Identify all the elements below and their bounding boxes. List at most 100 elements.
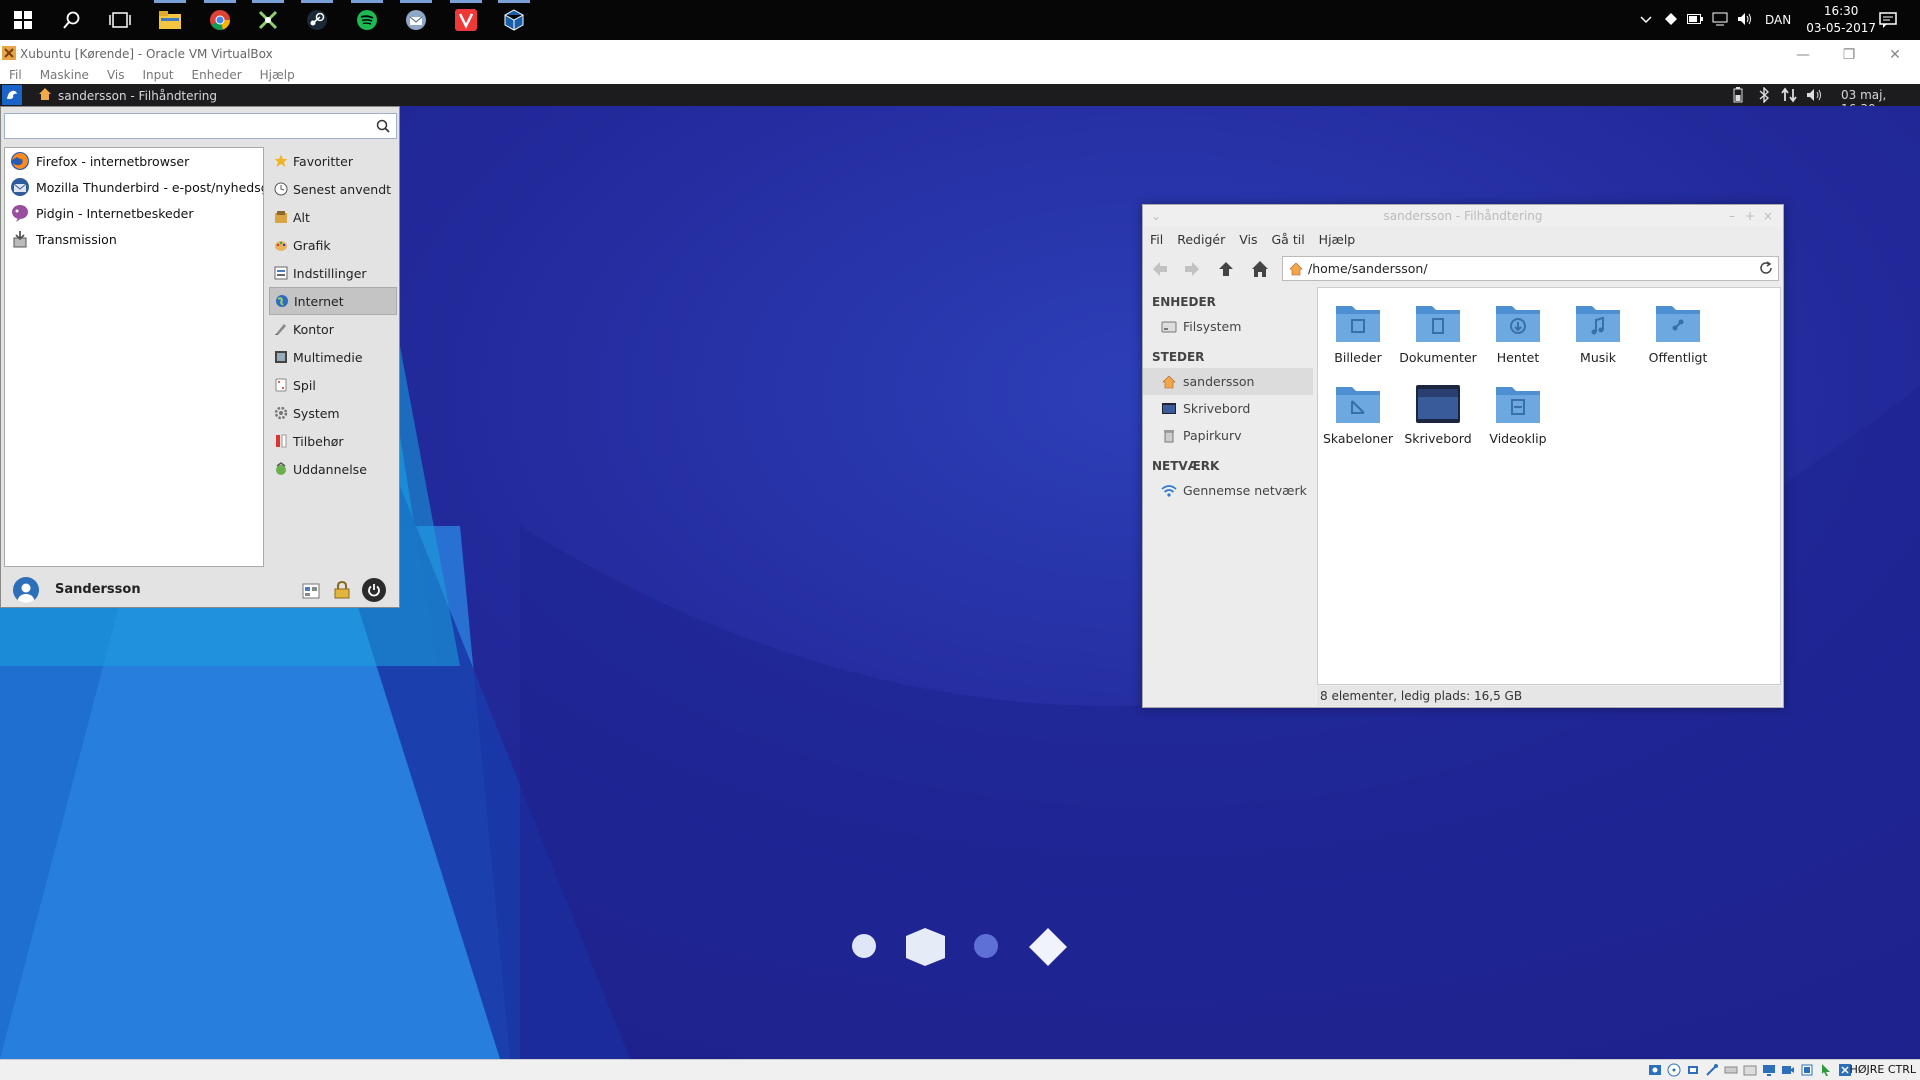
thunderbird-icon[interactable] [396, 0, 436, 35]
vbox-menu-item[interactable]: Input [133, 66, 182, 84]
vivaldi-icon[interactable] [446, 0, 486, 35]
video-capture-icon[interactable] [1781, 1063, 1795, 1080]
network-icon[interactable] [1712, 12, 1728, 29]
network-adapter-icon[interactable] [1705, 1063, 1719, 1080]
folder-label: Musik [1580, 350, 1616, 365]
category-graphics[interactable]: Grafik [269, 231, 397, 259]
taskbar-clock[interactable]: 16:30 03-05-2017 [1806, 3, 1876, 37]
globe-icon [274, 293, 290, 309]
virtualbox-icon[interactable] [494, 0, 534, 35]
category-settings[interactable]: Indstillinger [269, 259, 397, 287]
vbox-menu-item[interactable]: Vis [98, 66, 134, 84]
battery-icon[interactable] [1687, 13, 1703, 27]
thunar-menu-item[interactable]: Gå til [1265, 232, 1312, 247]
category-multimedia[interactable]: Multimedie [269, 343, 397, 371]
folder-musik[interactable]: Musik [1558, 300, 1638, 378]
volume-icon[interactable] [1806, 87, 1824, 106]
sidebar-item-home[interactable]: sandersson [1143, 368, 1313, 395]
forward-arrow-icon[interactable] [1183, 260, 1201, 282]
vbox-menu-item[interactable]: Maskine [31, 66, 98, 84]
audio-icon[interactable] [1686, 1063, 1700, 1080]
battery-icon[interactable] [1733, 87, 1743, 106]
up-arrow-icon[interactable] [1217, 260, 1235, 282]
tray-app-icon[interactable] [1664, 12, 1678, 29]
taskbar-window-button[interactable]: sandersson - Filhåndtering [38, 87, 217, 104]
home-icon[interactable] [1251, 260, 1269, 282]
thunar-menu-item[interactable]: Redigér [1170, 232, 1232, 247]
folder-offentligt[interactable]: Offentligt [1638, 300, 1718, 378]
search-icon[interactable] [376, 119, 390, 137]
hard-disk-icon[interactable] [1648, 1063, 1662, 1080]
category-games[interactable]: Spil [269, 371, 397, 399]
whisker-menu-button[interactable] [2, 85, 22, 105]
file-explorer-icon[interactable] [150, 0, 190, 35]
window-menu-icon[interactable]: ⌄ [1151, 205, 1161, 227]
network-transfer-icon[interactable] [1781, 87, 1797, 106]
xfce-mouse-icon[interactable] [248, 0, 288, 35]
optical-drive-icon[interactable] [1667, 1063, 1681, 1080]
category-all[interactable]: Alt [269, 203, 397, 231]
minimize-button[interactable]: – [1729, 205, 1735, 227]
category-education[interactable]: Uddannelse [269, 455, 397, 483]
thunar-menu-item[interactable]: Hjælp [1312, 232, 1363, 247]
lock-icon[interactable] [333, 580, 351, 603]
display-icon[interactable] [1762, 1063, 1776, 1080]
app-item-firefox[interactable]: Firefox - internetbrowser [5, 148, 263, 174]
task-view-icon[interactable] [100, 5, 140, 35]
sidebar-item-desktop[interactable]: Skrivebord [1143, 395, 1313, 422]
reload-icon[interactable] [1759, 261, 1773, 278]
folder-skabeloner[interactable]: Skabeloner [1318, 381, 1398, 459]
bluetooth-icon[interactable] [1759, 86, 1770, 106]
search-icon[interactable] [52, 5, 92, 35]
sidebar-item-filesystem[interactable]: Filsystem [1143, 313, 1313, 340]
sidebar-item-browse-network[interactable]: Gennemse netværk [1143, 477, 1313, 504]
vbox-menu-item[interactable]: Enheder [183, 66, 251, 84]
folder-billeder[interactable]: Billeder [1318, 300, 1398, 378]
folder-skrivebord[interactable]: Skrivebord [1398, 381, 1478, 459]
category-recent[interactable]: Senest anvendt [269, 175, 397, 203]
virtualization-icon[interactable] [1800, 1063, 1814, 1080]
power-icon[interactable] [362, 578, 386, 602]
close-button[interactable]: × [1763, 205, 1773, 227]
vbox-menu-item[interactable]: Hjælp [251, 66, 304, 84]
shared-folders-icon[interactable] [1743, 1063, 1757, 1080]
whisker-search-field[interactable] [4, 113, 397, 139]
volume-icon[interactable] [1737, 12, 1753, 29]
category-system[interactable]: System [269, 399, 397, 427]
folder-hentet[interactable]: Hentet [1478, 300, 1558, 378]
notifications-icon[interactable] [1868, 5, 1908, 35]
app-item-transmission[interactable]: Transmission [5, 226, 263, 252]
category-internet[interactable]: Internet [269, 287, 397, 315]
windows-start-icon[interactable] [3, 5, 43, 35]
location-bar[interactable]: /home/sandersson/ [1282, 256, 1779, 281]
documents-folder-icon [1416, 306, 1460, 342]
spotify-icon[interactable] [347, 0, 387, 35]
maximize-button[interactable]: + [1745, 205, 1755, 227]
category-office[interactable]: Kontor [269, 315, 397, 343]
thunar-menu-item[interactable]: Fil [1143, 232, 1170, 247]
sidebar-item-label: sandersson [1183, 374, 1255, 389]
whisker-menu: Firefox - internetbrowser Mozilla Thunde… [0, 106, 400, 608]
back-arrow-icon[interactable] [1151, 260, 1169, 282]
settings-manager-icon[interactable] [302, 582, 320, 604]
folder-dokumenter[interactable]: Dokumenter [1398, 300, 1478, 378]
close-button[interactable]: ✕ [1875, 44, 1915, 66]
folder-videoklip[interactable]: Videoklip [1478, 381, 1558, 459]
usb-icon[interactable] [1724, 1063, 1738, 1080]
thunar-titlebar[interactable]: sandersson - Filhåndtering ⌄ – + × [1143, 205, 1783, 227]
steam-icon[interactable] [297, 0, 337, 35]
app-item-pidgin[interactable]: Pidgin - Internetbeskeder [5, 200, 263, 226]
chevron-up-icon[interactable] [1640, 13, 1652, 27]
vbox-menu-item[interactable]: Fil [0, 66, 31, 84]
chrome-icon[interactable] [200, 0, 240, 35]
category-favorites[interactable]: Favoritter [269, 147, 397, 175]
app-item-thunderbird[interactable]: Mozilla Thunderbird - e-post/nyhedsgr... [5, 174, 263, 200]
restore-button[interactable]: ❐ [1829, 44, 1869, 66]
search-input[interactable] [9, 117, 369, 135]
language-indicator[interactable]: DAN [1765, 13, 1791, 27]
thunar-menu-item[interactable]: Vis [1232, 232, 1264, 247]
mouse-integration-icon[interactable] [1819, 1063, 1833, 1080]
sidebar-item-trash[interactable]: Papirkurv [1143, 422, 1313, 449]
category-accessories[interactable]: Tilbehør [269, 427, 397, 455]
minimize-button[interactable]: — [1783, 44, 1823, 66]
